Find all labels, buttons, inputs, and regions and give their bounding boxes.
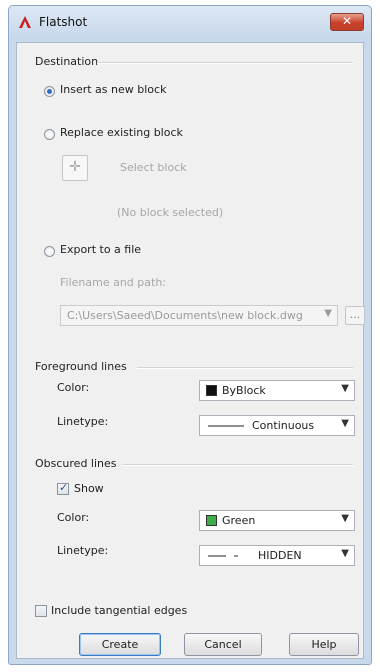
continuous-linetype-icon (208, 425, 244, 427)
insert-new-block-label[interactable]: Insert as new block (60, 83, 166, 96)
chevron-down-icon: ▼ (324, 308, 332, 319)
foreground-color-value: ByBlock (222, 384, 266, 397)
create-button-label: Create (101, 638, 139, 651)
browse-button[interactable]: ... (345, 306, 365, 325)
close-button[interactable]: ✕ (330, 13, 364, 31)
obscured-linetype-label: Linetype: (57, 544, 109, 557)
pick-point-icon: ✛ (69, 159, 81, 175)
obscured-color-label: Color: (57, 511, 90, 524)
help-button[interactable]: Help (289, 633, 359, 656)
select-block-label: Select block (120, 161, 187, 174)
obscured-divider (123, 464, 353, 466)
obscured-linetype-value: HIDDEN (258, 549, 302, 562)
select-block-button[interactable]: ✛ (62, 155, 88, 181)
filename-path-label: Filename and path: (60, 276, 167, 289)
check-icon: ✓ (59, 481, 69, 494)
title-bar[interactable]: Flatshot ✕ (9, 6, 371, 40)
obscured-lines-group-label: Obscured lines (35, 457, 117, 470)
create-button[interactable]: Create (79, 633, 161, 656)
cancel-button-label: Cancel (204, 638, 242, 651)
filename-path-combo[interactable]: C:\Users\Saeed\Documents\new block.dwg ▼ (60, 305, 338, 326)
browse-label: ... (349, 308, 361, 321)
obscured-color-dropdown[interactable]: Green ▼ (199, 510, 355, 531)
foreground-color-label: Color: (57, 381, 90, 394)
chevron-down-icon: ▼ (341, 383, 349, 394)
export-to-file-label[interactable]: Export to a file (60, 243, 141, 256)
chevron-down-icon: ▼ (341, 513, 349, 524)
no-block-selected-status: (No block selected) (117, 206, 224, 219)
foreground-linetype-value: Continuous (252, 419, 315, 432)
foreground-color-swatch (206, 385, 217, 396)
chevron-down-icon: ▼ (341, 418, 349, 429)
close-icon: ✕ (341, 14, 353, 28)
filename-path-value: C:\Users\Saeed\Documents\new block.dwg (67, 309, 303, 322)
destination-divider (97, 62, 353, 64)
show-obscured-label[interactable]: Show (74, 482, 104, 495)
foreground-lines-group-label: Foreground lines (35, 360, 127, 373)
foreground-linetype-dropdown[interactable]: Continuous ▼ (199, 415, 355, 436)
window-title: Flatshot (39, 15, 88, 29)
autocad-logo-icon (18, 15, 32, 32)
replace-existing-block-label[interactable]: Replace existing block (60, 126, 183, 139)
tangential-edges-checkbox[interactable] (35, 605, 47, 617)
foreground-linetype-label: Linetype: (57, 415, 109, 428)
help-button-label: Help (311, 638, 337, 651)
hidden-linetype-icon (208, 555, 238, 557)
obscured-color-value: Green (222, 514, 256, 527)
obscured-color-swatch (206, 515, 217, 526)
flatshot-dialog: Flatshot ✕ Destination Insert as new blo… (8, 5, 372, 665)
insert-new-block-radio[interactable] (44, 86, 55, 97)
foreground-divider (137, 367, 353, 369)
export-to-file-radio[interactable] (44, 246, 55, 257)
cancel-button[interactable]: Cancel (184, 633, 262, 656)
tangential-edges-label[interactable]: Include tangential edges (51, 604, 187, 617)
obscured-linetype-dropdown[interactable]: HIDDEN ▼ (199, 545, 355, 566)
replace-existing-block-radio[interactable] (44, 129, 55, 140)
foreground-color-dropdown[interactable]: ByBlock ▼ (199, 380, 355, 401)
show-obscured-checkbox[interactable]: ✓ (57, 481, 69, 495)
dialog-body: Destination Insert as new block Replace … (16, 42, 365, 659)
chevron-down-icon: ▼ (341, 548, 349, 559)
destination-group-label: Destination (35, 55, 99, 68)
